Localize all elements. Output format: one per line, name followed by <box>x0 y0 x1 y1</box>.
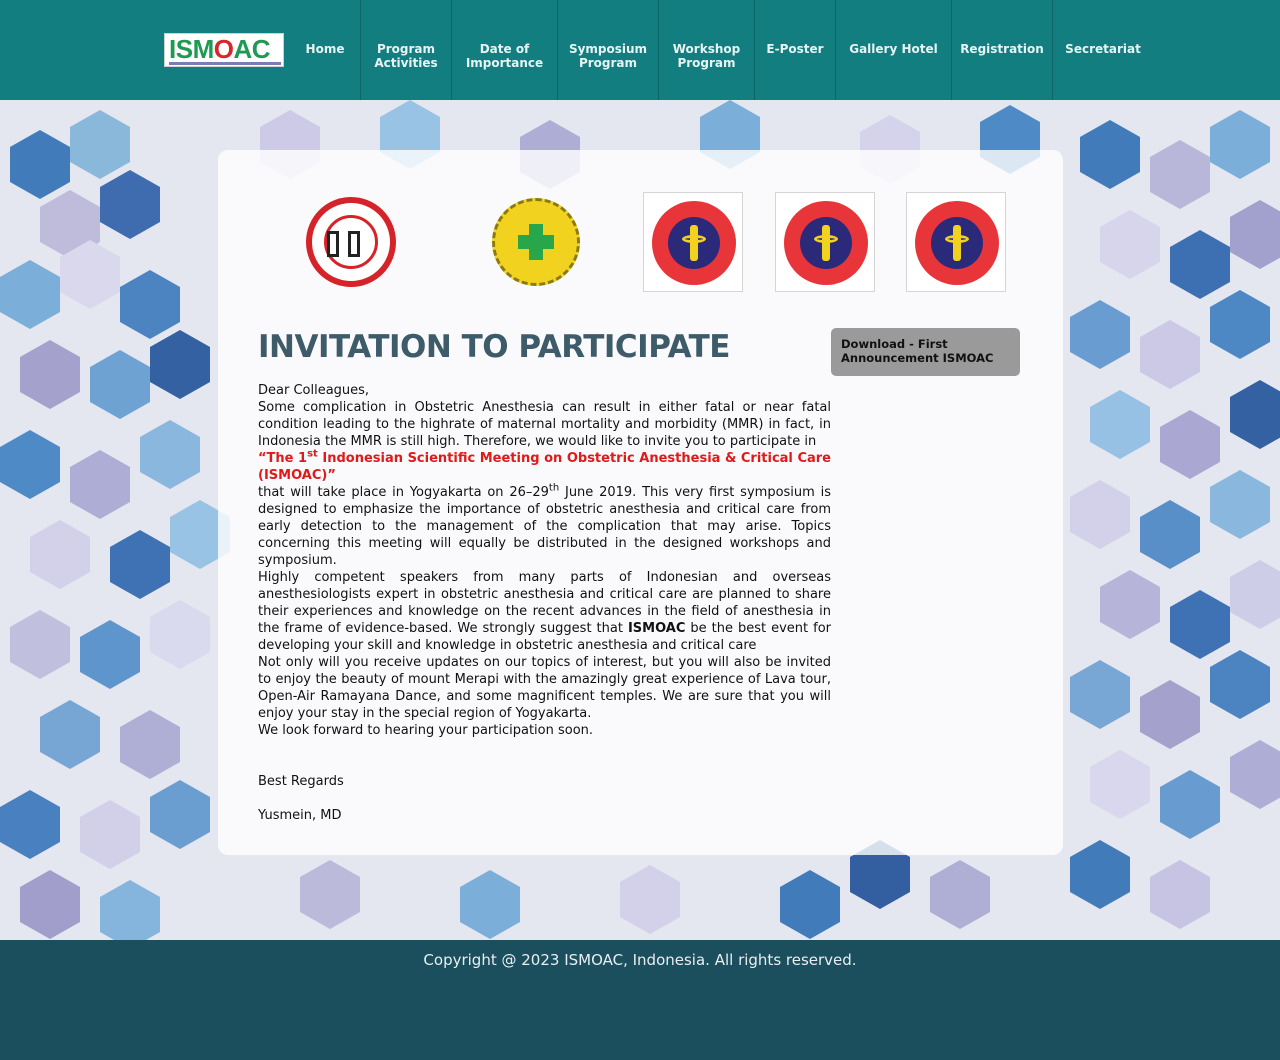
idi-mark-right <box>348 231 360 257</box>
caduceus-icon <box>690 225 698 261</box>
greeting: Dear Colleagues, <box>258 383 370 398</box>
nav-home[interactable]: Home <box>295 0 355 100</box>
download-announcement-button[interactable]: Download - First Announcement ISMOAC <box>831 328 1020 376</box>
download-button-label: Download - First Announcement ISMOAC <box>841 337 994 365</box>
event-name-part-a: “The 1 <box>258 451 308 466</box>
page-title: INVITATION TO PARTICIPATE <box>258 329 730 365</box>
signature: Yusmein, MD <box>258 808 342 823</box>
nav-program-activities[interactable]: Program Activities <box>361 0 451 100</box>
ismoac-bold: ISMOAC <box>627 621 686 636</box>
event-name-part-b: Indonesian Scientific Meeting on Obstetr… <box>258 451 831 483</box>
nav-date-of-importance[interactable]: Date of Importance <box>452 0 557 100</box>
idi-mark-left <box>327 231 339 257</box>
nav-workshop-program-label: Workshop Program <box>672 42 741 70</box>
kemenkes-logo <box>492 198 580 286</box>
anesthesia-society-logo-2 <box>775 192 875 292</box>
anesthesia-society-logo-1 <box>643 192 743 292</box>
nav-secretariat-label: Secretariat <box>1065 42 1141 56</box>
nav-registration-label: Registration <box>960 42 1044 56</box>
paragraph-1-text-a: Some complication in Obstetric Anesthesi… <box>258 400 831 449</box>
anesthesia-society-logo-3 <box>906 192 1006 292</box>
green-cross-icon <box>518 235 554 249</box>
seal-ring <box>784 201 868 285</box>
caduceus-icon <box>945 235 969 243</box>
nav-program-activities-label: Program Activities <box>374 42 438 70</box>
nav-home-label: Home <box>305 42 345 56</box>
nav-secretariat[interactable]: Secretariat <box>1053 0 1153 100</box>
caduceus-icon <box>682 235 706 243</box>
seal-ring <box>915 201 999 285</box>
site-logo[interactable]: ISMOAC <box>164 33 284 67</box>
paragraph-2: Highly competent speakers from many part… <box>258 569 831 654</box>
top-navbar: ISMOAC Home Program Activities Date of I… <box>0 0 1280 100</box>
logo-wordmark: ISMOAC <box>169 34 271 64</box>
nav-symposium-program-label: Symposium Program <box>568 42 648 70</box>
paragraph-1: Some complication in Obstetric Anesthesi… <box>258 399 831 569</box>
nav-date-of-importance-label: Date of Importance <box>465 42 544 70</box>
nav-e-poster[interactable]: E-Poster <box>755 0 835 100</box>
invitation-letter: Dear Colleagues, Some complication in Ob… <box>258 382 831 824</box>
seal-ring <box>652 201 736 285</box>
nav-gallery-hotel[interactable]: Gallery Hotel <box>836 0 951 100</box>
seal-core <box>668 217 720 269</box>
seal-core <box>800 217 852 269</box>
event-name-highlight: “The 1st Indonesian Scientific Meeting o… <box>258 448 831 483</box>
idi-logo <box>306 197 396 287</box>
paragraph-1-text-b: that will take place in Yogyakarta on 26… <box>258 485 549 500</box>
nav-registration[interactable]: Registration <box>952 0 1052 100</box>
date-sup: th <box>548 482 560 494</box>
paragraph-3: Not only will you receive updates on our… <box>258 655 831 721</box>
caduceus-icon <box>822 225 830 261</box>
logo-subtitle-strip <box>169 62 281 65</box>
copyright-text: Copyright @ 2023 ISMOAC, Indonesia. All … <box>423 951 857 969</box>
nav-gallery-hotel-label: Gallery Hotel <box>849 42 938 56</box>
event-name-sup: st <box>307 448 318 460</box>
nav-workshop-program[interactable]: Workshop Program <box>659 0 754 100</box>
idi-emblem <box>324 215 378 269</box>
caduceus-icon <box>814 235 838 243</box>
caduceus-icon <box>953 225 961 261</box>
seal-core <box>931 217 983 269</box>
nav-symposium-program[interactable]: Symposium Program <box>558 0 658 100</box>
paragraph-4: We look forward to hearing your particip… <box>258 723 594 738</box>
nav-e-poster-label: E-Poster <box>766 42 824 56</box>
regards: Best Regards <box>258 774 344 789</box>
